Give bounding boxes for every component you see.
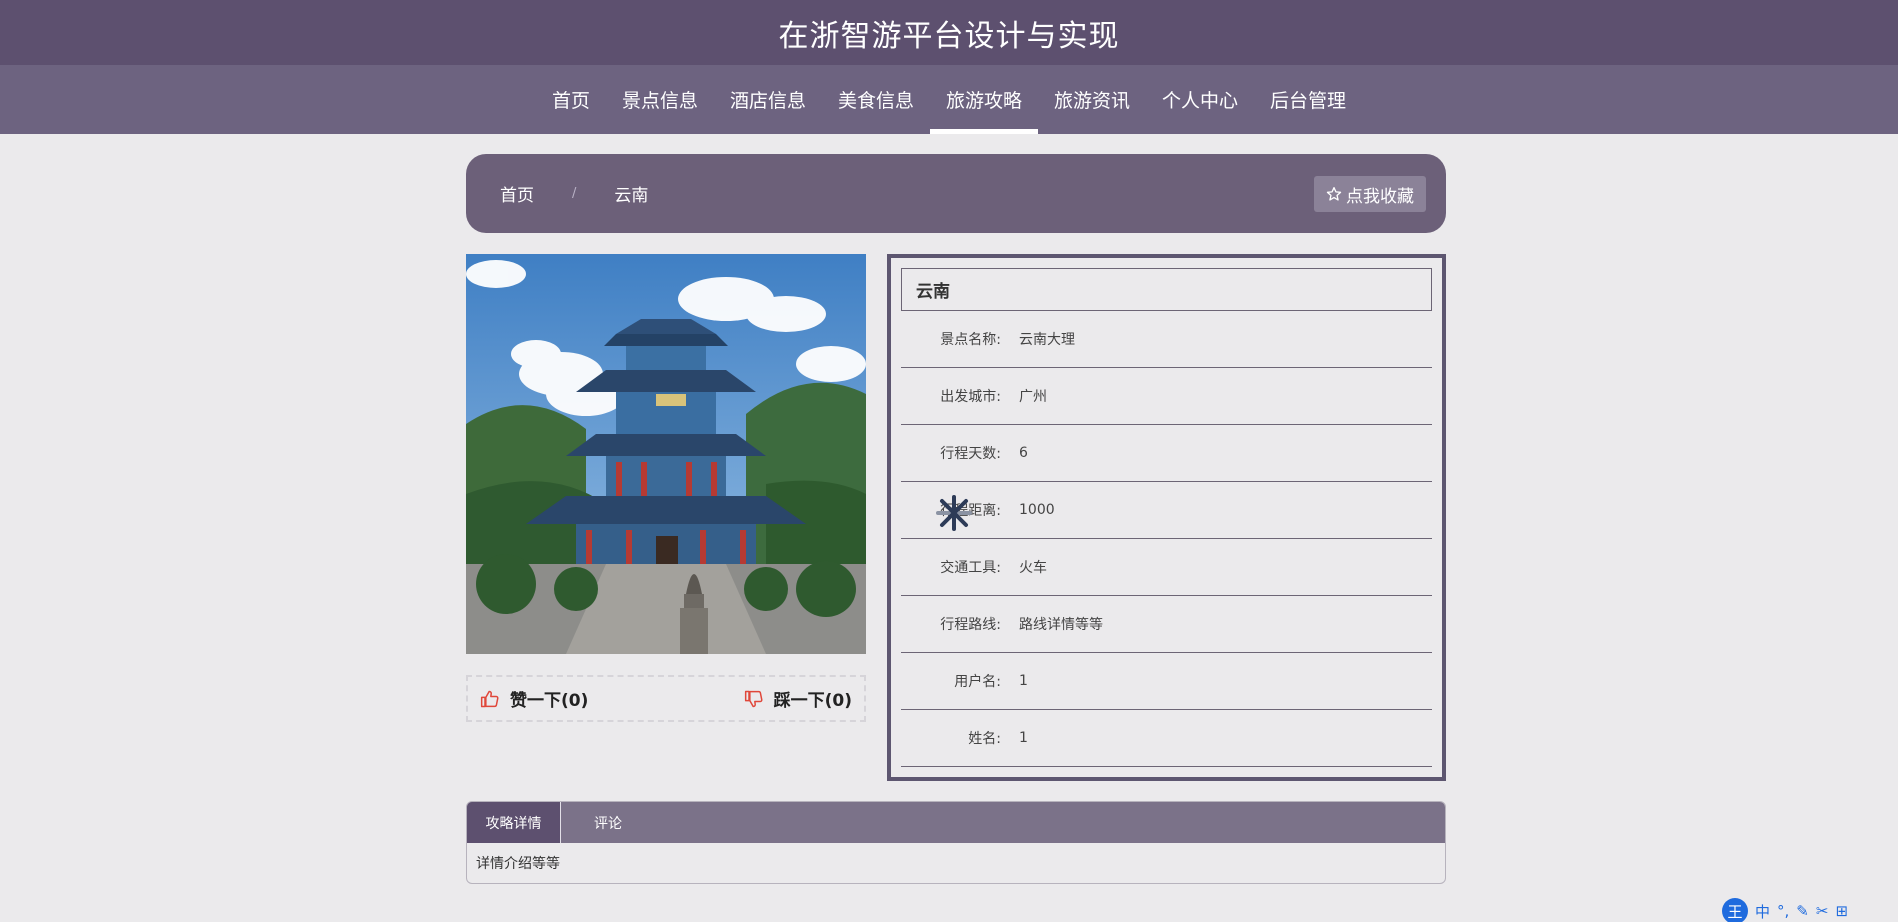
nav-item-hotels[interactable]: 酒店信息	[714, 65, 822, 134]
breadcrumb-home[interactable]: 首页	[500, 181, 534, 206]
info-value: 1	[1019, 730, 1028, 746]
info-label: 姓名:	[968, 731, 1001, 747]
nav-item-travel-guides[interactable]: 旅游攻略	[930, 65, 1039, 134]
star-outline-icon	[1326, 187, 1342, 201]
info-value: 路线详情等等	[1019, 617, 1103, 633]
favorite-button[interactable]: 点我收藏	[1314, 176, 1426, 212]
nav-item-admin[interactable]: 后台管理	[1254, 65, 1362, 134]
loading-spinner-icon	[936, 495, 972, 531]
nav-item-home[interactable]: 首页	[536, 65, 606, 134]
info-row: 用户名: 1	[901, 653, 1432, 710]
info-value: 云南大理	[1019, 332, 1075, 348]
tabs-header: 攻略详情 评论	[467, 802, 1445, 843]
vote-bar: 赞一下(0) 踩一下(0)	[466, 675, 866, 722]
info-label: 出发城市:	[940, 389, 1001, 405]
nav-item-food[interactable]: 美食信息	[822, 65, 930, 134]
info-row: 行程天数: 6	[901, 425, 1432, 482]
attraction-photo	[466, 254, 866, 654]
ime-chinese-mode[interactable]: 中	[1755, 901, 1770, 922]
info-label: 景点名称:	[940, 332, 1001, 348]
site-title: 在浙智游平台设计与实现	[778, 18, 1120, 54]
ime-punctuation[interactable]: °,	[1777, 902, 1789, 920]
breadcrumb: 首页 / 云南 点我收藏	[466, 154, 1446, 233]
nav-item-attractions[interactable]: 景点信息	[606, 65, 714, 134]
info-title: 云南	[901, 268, 1432, 311]
info-label: 行程路线:	[940, 617, 1001, 633]
info-row: 交通工具: 火车	[901, 539, 1432, 596]
dislike-button[interactable]: 踩一下(0)	[744, 686, 852, 711]
ime-logo-icon[interactable]: 王	[1722, 898, 1748, 922]
site-header: 在浙智游平台设计与实现	[0, 0, 1898, 65]
thumbs-up-icon	[480, 690, 499, 707]
info-value: 1000	[1019, 502, 1055, 518]
guide-tabs: 攻略详情 评论 详情介绍等等	[466, 801, 1446, 884]
main-nav: 首页 景点信息 酒店信息 美食信息 旅游攻略 旅游资讯 个人中心 后台管理	[0, 65, 1898, 134]
info-row: 姓名: 1	[901, 710, 1432, 767]
ime-grid-icon[interactable]: ⊞	[1835, 902, 1848, 920]
tab-content: 详情介绍等等	[476, 856, 560, 872]
ime-scissors-icon[interactable]: ✂	[1816, 902, 1829, 920]
breadcrumb-separator: /	[572, 186, 577, 201]
ime-pen-icon[interactable]: ✎	[1796, 902, 1809, 920]
dislike-label: 踩一下(0)	[773, 691, 852, 711]
info-row: 行程距离: 1000	[901, 482, 1432, 539]
info-label: 交通工具:	[940, 560, 1001, 576]
info-row: 景点名称: 云南大理	[901, 311, 1432, 368]
info-label: 用户名:	[954, 674, 1001, 690]
thumbs-down-icon	[744, 690, 763, 707]
info-value: 火车	[1019, 560, 1047, 576]
tab-comments[interactable]: 评论	[561, 802, 655, 843]
info-value: 6	[1019, 445, 1028, 461]
info-label: 行程天数:	[940, 446, 1001, 462]
favorite-label: 点我收藏	[1346, 186, 1414, 207]
ime-toolbar: 王 中 °, ✎ ✂ ⊞	[1718, 898, 1898, 922]
like-button[interactable]: 赞一下(0)	[480, 686, 588, 711]
tab-guide-details[interactable]: 攻略详情	[467, 802, 561, 843]
info-value: 1	[1019, 673, 1028, 689]
nav-item-personal-center[interactable]: 个人中心	[1146, 65, 1254, 134]
info-row: 行程路线: 路线详情等等	[901, 596, 1432, 653]
nav-item-travel-news[interactable]: 旅游资讯	[1038, 65, 1146, 134]
info-value: 广州	[1019, 389, 1047, 405]
like-label: 赞一下(0)	[510, 691, 589, 711]
breadcrumb-current: 云南	[614, 186, 649, 206]
info-row: 出发城市: 广州	[901, 368, 1432, 425]
